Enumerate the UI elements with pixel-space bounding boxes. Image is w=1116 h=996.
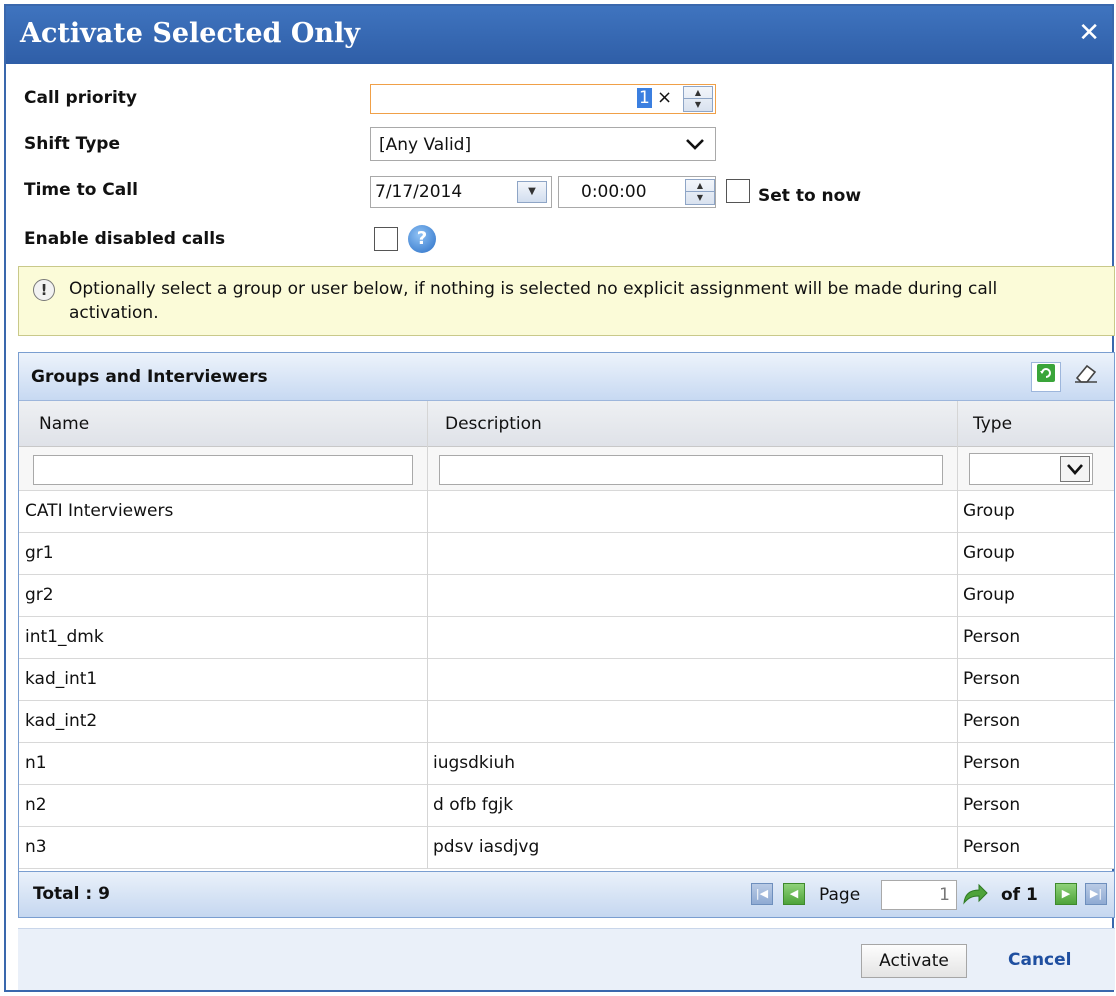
shift-type-value: [Any Valid] <box>379 135 472 155</box>
cell-name: n1 <box>25 753 47 773</box>
refresh-icon[interactable] <box>1031 362 1061 392</box>
cell-type: Group <box>963 585 1015 605</box>
type-filter-select[interactable] <box>969 453 1093 485</box>
cell-name: int1_dmk <box>25 627 104 647</box>
dialog-titlebar: Activate Selected Only ✕ <box>6 6 1112 64</box>
page-label: Page <box>819 885 861 905</box>
clear-icon[interactable]: × <box>657 87 672 108</box>
cancel-link[interactable]: Cancel <box>1008 950 1071 970</box>
enable-disabled-label: Enable disabled calls <box>24 229 226 249</box>
set-to-now-label: Set to now <box>758 186 862 206</box>
last-page-icon[interactable]: ▶| <box>1085 883 1107 905</box>
column-divider <box>957 401 958 869</box>
description-filter-input[interactable] <box>439 455 943 485</box>
page-of-label: of 1 <box>1001 885 1038 905</box>
call-priority-label: Call priority <box>24 88 137 108</box>
shift-type-select[interactable]: [Any Valid] <box>370 127 716 161</box>
total-count: Total : 9 <box>33 884 110 904</box>
call-priority-value: 1 <box>637 88 652 108</box>
dialog-title: Activate Selected Only <box>20 18 360 49</box>
next-page-icon[interactable]: ▶ <box>1055 883 1077 905</box>
column-header-name[interactable]: Name <box>39 414 89 434</box>
table-row[interactable]: kad_int2 Person <box>19 701 1114 743</box>
enable-disabled-checkbox[interactable] <box>374 227 398 251</box>
cell-type: Person <box>963 669 1021 689</box>
cell-type: Person <box>963 795 1021 815</box>
calendar-dropdown-icon[interactable]: ▼ <box>517 181 547 203</box>
cell-name: kad_int1 <box>25 669 98 689</box>
cell-type: Person <box>963 753 1021 773</box>
grid-title: Groups and Interviewers <box>31 367 268 387</box>
cell-name: n3 <box>25 837 47 857</box>
shift-type-label: Shift Type <box>24 134 120 154</box>
info-banner: ! Optionally select a group or user belo… <box>18 266 1115 336</box>
grid-column-headers: Name Description Type <box>19 401 1114 447</box>
priority-spinner[interactable]: ▲ ▼ <box>683 86 713 112</box>
page-number-input[interactable]: 1 <box>881 880 957 910</box>
table-row[interactable]: gr1 Group <box>19 533 1114 575</box>
cell-name: gr1 <box>25 543 54 563</box>
set-to-now-checkbox[interactable] <box>726 179 750 203</box>
table-row[interactable]: n3 pdsv iasdjvg Person <box>19 827 1114 869</box>
cell-type: Group <box>963 543 1015 563</box>
cell-type: Person <box>963 627 1021 647</box>
cell-description: pdsv iasdjvg <box>433 837 540 857</box>
name-filter-input[interactable] <box>33 455 413 485</box>
time-value: 0:00:00 <box>581 182 647 202</box>
go-page-arrow-icon[interactable] <box>961 881 989 907</box>
table-row[interactable]: CATI Interviewers Group <box>19 491 1114 533</box>
chevron-down-icon <box>686 139 704 150</box>
close-icon[interactable]: ✕ <box>1078 20 1100 46</box>
chevron-down-icon[interactable] <box>1060 456 1090 482</box>
cell-name: n2 <box>25 795 47 815</box>
eraser-icon[interactable] <box>1071 362 1101 392</box>
column-header-type[interactable]: Type <box>973 414 1012 434</box>
table-row[interactable]: kad_int1 Person <box>19 659 1114 701</box>
table-row[interactable]: int1_dmk Person <box>19 617 1114 659</box>
cell-name: gr2 <box>25 585 54 605</box>
prev-page-icon[interactable]: ◀ <box>783 883 805 905</box>
cell-type: Person <box>963 711 1021 731</box>
cell-description: iugsdkiuh <box>433 753 516 773</box>
column-divider <box>427 401 428 869</box>
time-spinner[interactable]: ▲ ▼ <box>685 179 715 205</box>
column-header-description[interactable]: Description <box>445 414 542 434</box>
cell-description: d ofb fgjk <box>433 795 514 815</box>
cell-type: Person <box>963 837 1021 857</box>
table-row[interactable]: n2 d ofb fgjk Person <box>19 785 1114 827</box>
first-page-icon[interactable]: |◀ <box>751 883 773 905</box>
table-row[interactable]: gr2 Group <box>19 575 1114 617</box>
date-input[interactable]: 7/17/2014 ▼ <box>370 176 552 208</box>
cell-name: CATI Interviewers <box>25 501 174 521</box>
grid-header: Groups and Interviewers <box>19 353 1114 401</box>
cell-type: Group <box>963 501 1015 521</box>
help-icon[interactable]: ? <box>408 225 436 253</box>
info-text: Optionally select a group or user below,… <box>69 279 998 323</box>
grid-filter-row <box>19 447 1114 491</box>
activate-button[interactable]: Activate <box>861 944 967 978</box>
groups-grid: Groups and Interviewers Name Description… <box>18 352 1115 918</box>
grid-pager: Total : 9 |◀ ◀ Page 1 of 1 ▶ ▶| <box>19 871 1114 917</box>
cell-name: kad_int2 <box>25 711 98 731</box>
date-value: 7/17/2014 <box>375 182 463 202</box>
dialog-footer: Activate Cancel <box>18 928 1115 990</box>
info-icon: ! <box>33 279 55 301</box>
table-row[interactable]: n1 iugsdkiuh Person <box>19 743 1114 785</box>
call-priority-input[interactable]: 1 × ▲ ▼ <box>370 84 716 114</box>
time-input[interactable]: 0:00:00 ▲ ▼ <box>558 176 716 208</box>
activate-dialog: Activate Selected Only ✕ Call priority 1… <box>4 4 1115 992</box>
time-to-call-label: Time to Call <box>24 180 138 200</box>
